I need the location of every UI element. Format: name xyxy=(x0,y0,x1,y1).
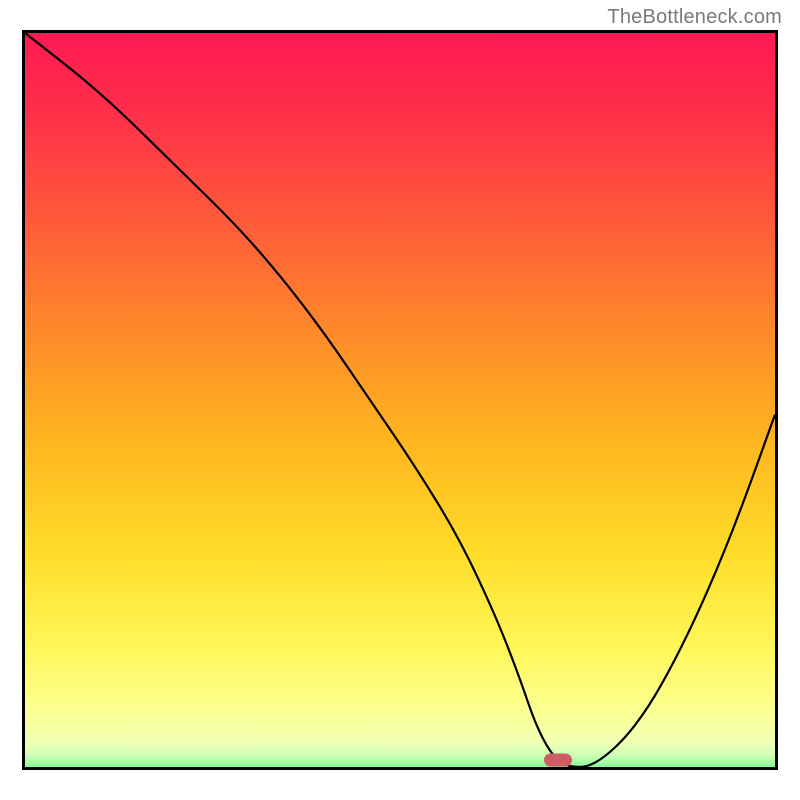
plot-area xyxy=(22,30,778,770)
optimal-point-marker xyxy=(544,753,572,766)
watermark-text: TheBottleneck.com xyxy=(607,6,782,29)
chart-frame: TheBottleneck.com xyxy=(0,0,800,800)
bottleneck-curve xyxy=(25,33,775,767)
